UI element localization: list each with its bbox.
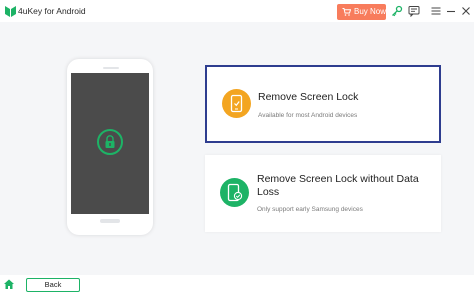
option-subtitle: Only support early Samsung devices: [257, 206, 363, 213]
lock-circle: [97, 129, 123, 155]
option-subtitle: Available for most Android devices: [258, 112, 358, 119]
minimize-icon[interactable]: [445, 5, 457, 17]
close-icon[interactable]: [460, 5, 472, 17]
phone-check-icon: [220, 178, 249, 207]
option-remove-screen-lock[interactable]: Remove Screen Lock Available for most An…: [205, 65, 441, 143]
phone-unlock-icon: [222, 89, 251, 118]
menu-icon[interactable]: [430, 5, 442, 17]
option-remove-screen-lock-without-data-loss[interactable]: Remove Screen Lock without Data Loss Onl…: [205, 155, 441, 232]
title-bar: 4uKey for Android Buy Now: [0, 0, 474, 22]
option-title: Remove Screen Lock without Data Loss: [257, 173, 419, 198]
back-button[interactable]: Back: [26, 278, 80, 292]
phone-home-button: [100, 219, 120, 223]
buy-now-label: Buy Now: [354, 7, 387, 16]
feedback-icon[interactable]: [408, 5, 420, 17]
option-title: Remove Screen Lock: [258, 91, 359, 103]
phone-speaker: [103, 67, 119, 69]
cart-icon: [342, 8, 351, 16]
app-title: 4uKey for Android: [18, 6, 86, 16]
phone-screen: [71, 73, 149, 214]
buy-now-button[interactable]: Buy Now: [337, 4, 386, 20]
logo-icon: [5, 6, 16, 17]
phone-illustration: [67, 59, 153, 235]
bottom-bar: Back: [0, 275, 474, 295]
lock-icon: [105, 135, 115, 148]
key-icon[interactable]: [391, 5, 403, 17]
home-icon[interactable]: [3, 278, 15, 290]
